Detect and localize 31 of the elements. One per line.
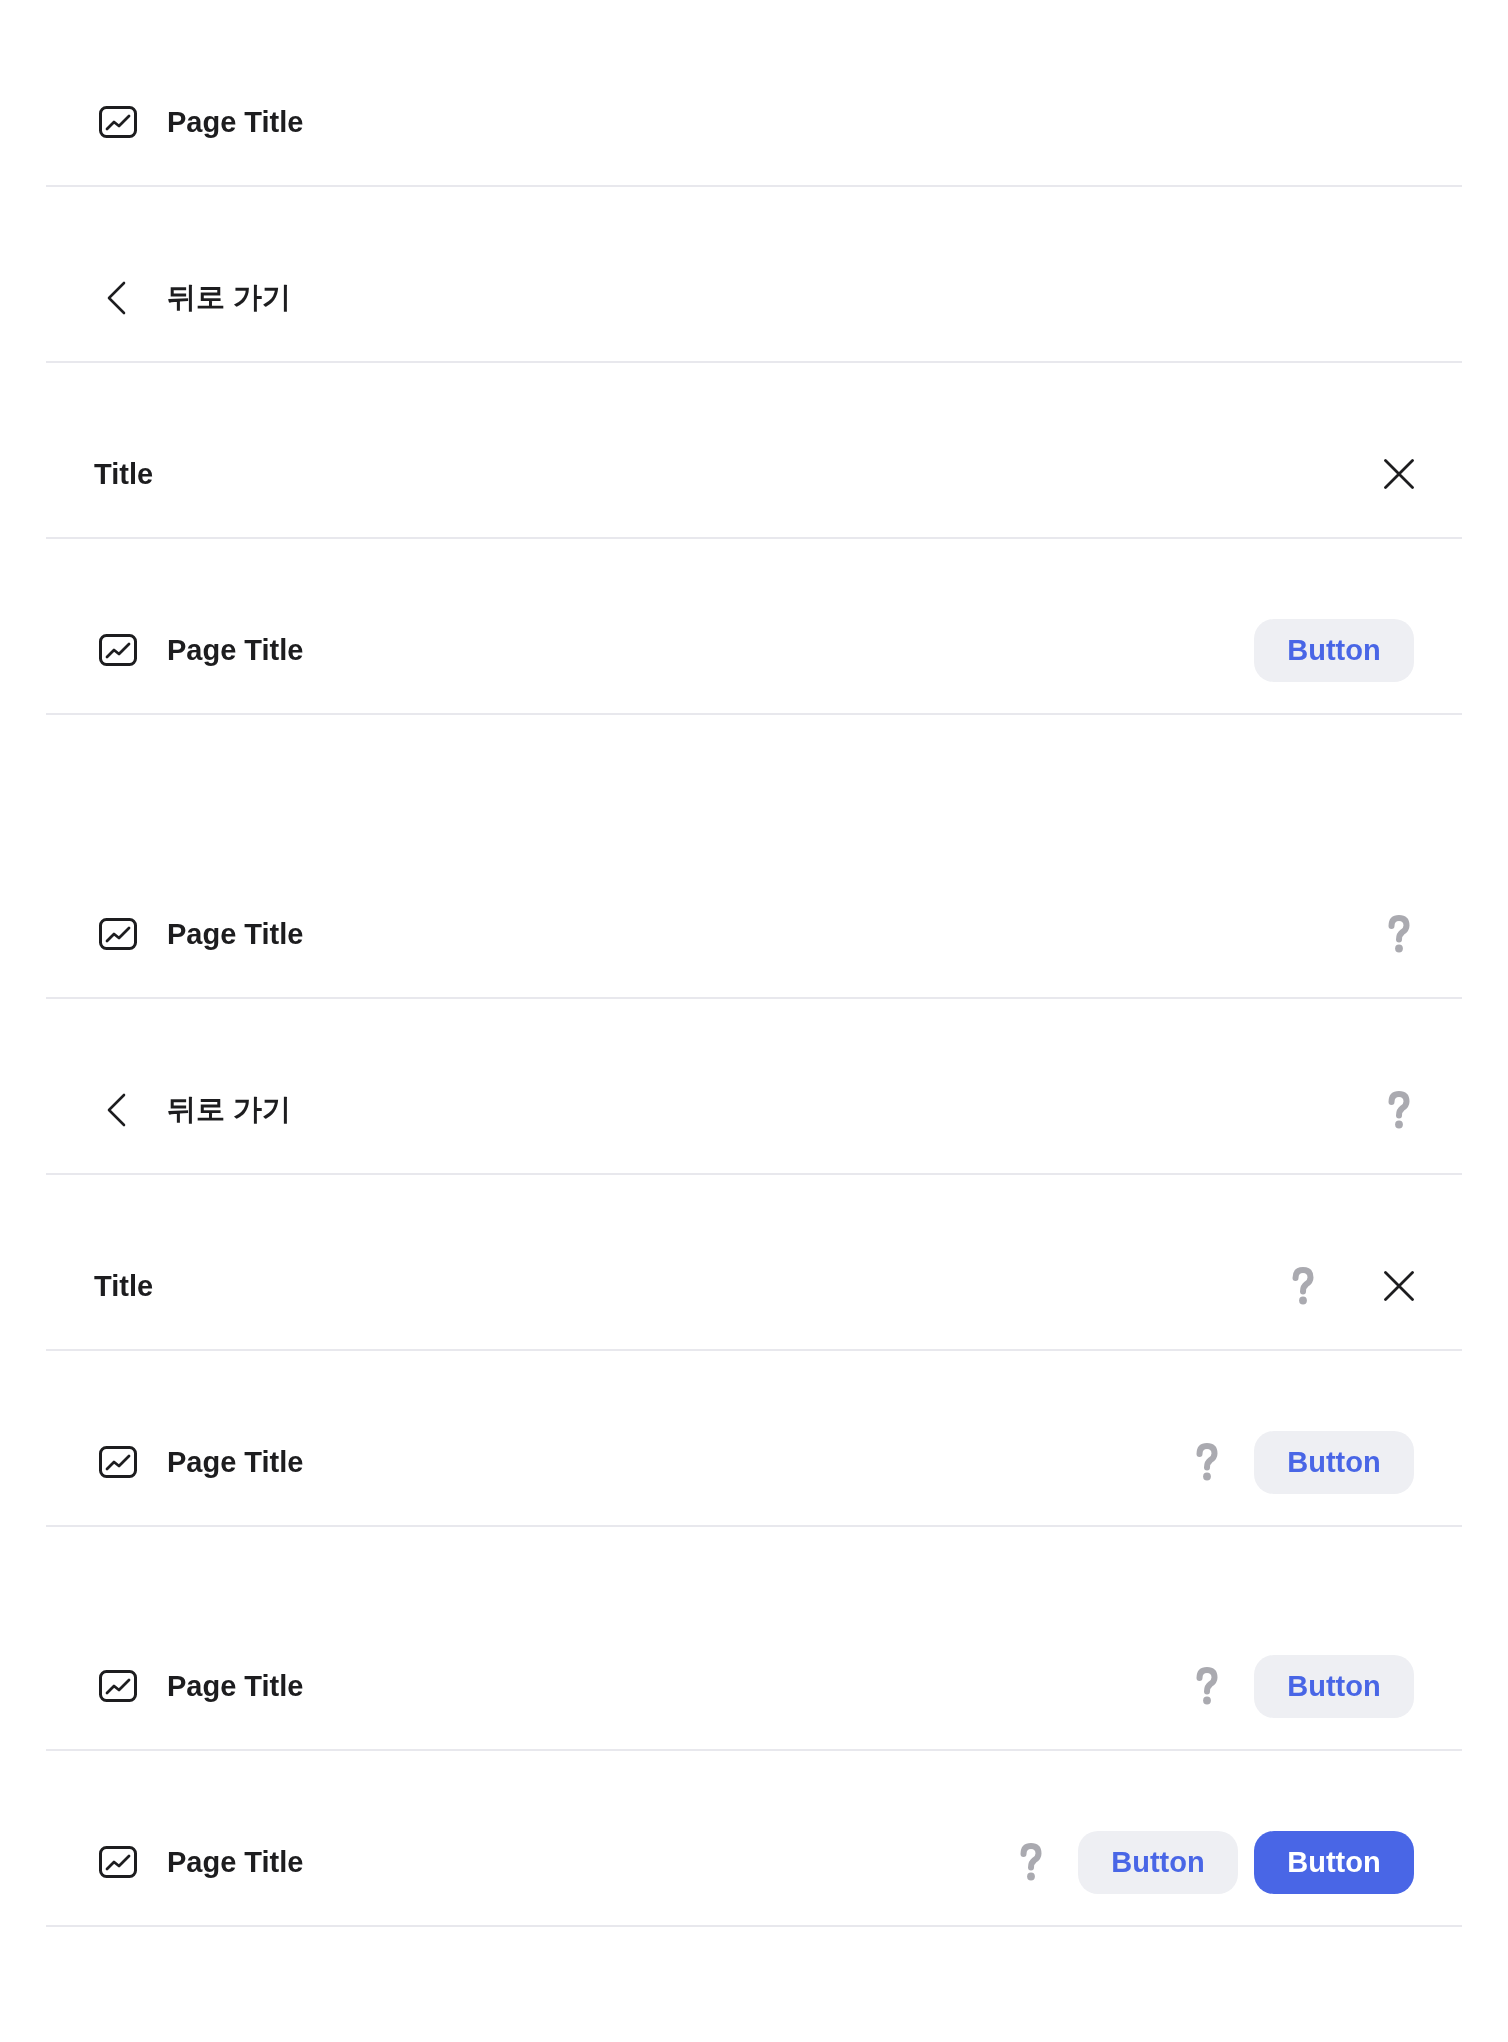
chart-icon [99, 918, 137, 950]
secondary-button[interactable]: Button [1254, 1654, 1414, 1718]
chart-icon [99, 1446, 137, 1478]
help-icon[interactable] [1388, 915, 1410, 953]
page-title: Page Title [167, 105, 304, 139]
back-button[interactable]: 뒤로 가기 [106, 1090, 292, 1130]
close-icon[interactable] [1384, 1271, 1414, 1301]
chart-icon [99, 106, 137, 138]
help-icon[interactable] [1196, 1443, 1218, 1481]
chart-icon [99, 1846, 137, 1878]
page-title: Page Title [167, 1845, 304, 1879]
help-icon[interactable] [1020, 1843, 1042, 1881]
help-icon[interactable] [1388, 1091, 1410, 1129]
chart-icon [99, 1670, 137, 1702]
help-icon[interactable] [1196, 1667, 1218, 1705]
title: Title [94, 1269, 154, 1303]
page-title: Page Title [167, 1445, 304, 1479]
page-title: Page Title [167, 633, 304, 667]
chevron-left-icon [106, 1093, 126, 1127]
page-title: Page Title [167, 1669, 304, 1703]
close-icon[interactable] [1384, 459, 1414, 489]
page-title: Page Title [167, 917, 304, 951]
secondary-button[interactable]: Button [1254, 618, 1414, 682]
primary-button[interactable]: Button [1254, 1830, 1414, 1894]
help-icon[interactable] [1292, 1267, 1314, 1305]
title: Title [94, 457, 154, 491]
back-button[interactable]: 뒤로 가기 [106, 278, 292, 318]
chart-icon [99, 634, 137, 666]
secondary-button[interactable]: Button [1254, 1430, 1414, 1494]
chevron-left-icon [106, 281, 126, 315]
secondary-button[interactable]: Button [1078, 1830, 1238, 1894]
